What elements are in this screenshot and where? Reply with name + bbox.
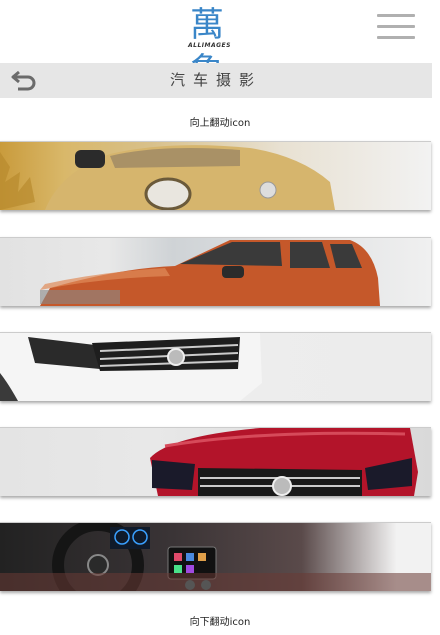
- menu-line-icon: [377, 36, 415, 39]
- page-title: 汽车摄影: [169, 71, 262, 89]
- gallery-banner-3[interactable]: [0, 332, 431, 401]
- app-header: 萬象 ALLIMAGES: [0, 0, 440, 91]
- logo-subtitle: ALLIMAGES: [188, 42, 231, 49]
- back-arrow-icon: [11, 70, 36, 91]
- gallery-banner-1[interactable]: [0, 141, 431, 210]
- logo[interactable]: 萬象 ALLIMAGES: [186, 4, 248, 91]
- car-photo-white-suv-front: [0, 333, 262, 401]
- car-photo-yellow-beetle: [0, 145, 335, 210]
- gallery-banner-4[interactable]: [0, 427, 431, 496]
- scroll-up-hint[interactable]: 向上翻动icon: [0, 114, 440, 129]
- car-photo-orange-suv: [40, 240, 380, 306]
- hamburger-menu-button[interactable]: [377, 14, 415, 42]
- back-button[interactable]: [10, 68, 40, 94]
- menu-line-icon: [377, 14, 415, 17]
- scroll-down-hint[interactable]: 向下翻动icon: [0, 613, 440, 628]
- gallery-banner-2[interactable]: [0, 237, 431, 306]
- car-photo-interior-dashboard: [0, 523, 431, 591]
- car-photo-red-suv-front: [150, 428, 418, 496]
- menu-line-icon: [377, 25, 415, 28]
- title-bar: 汽车摄影: [0, 63, 432, 98]
- gallery-banner-5[interactable]: [0, 522, 431, 591]
